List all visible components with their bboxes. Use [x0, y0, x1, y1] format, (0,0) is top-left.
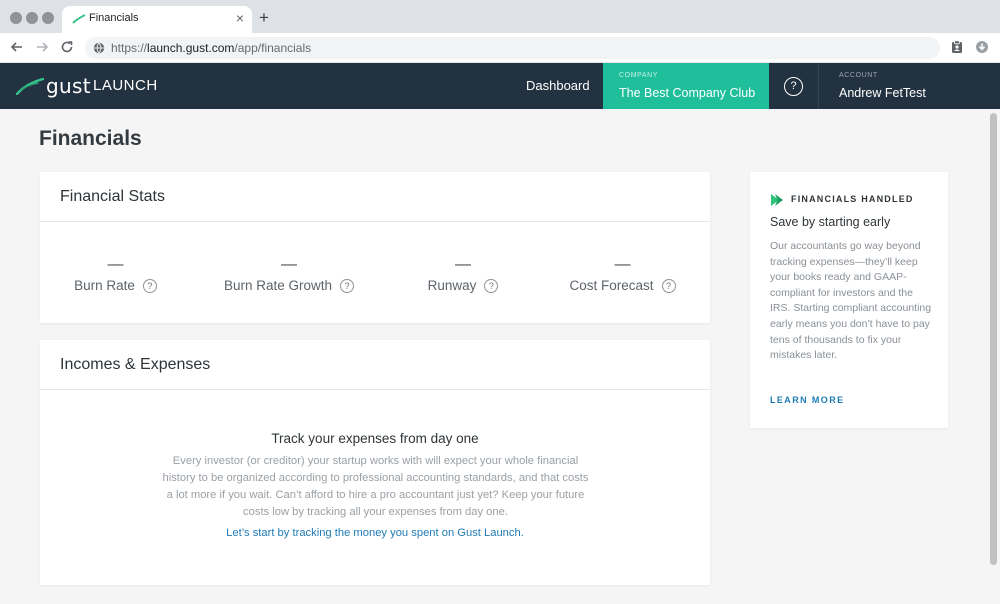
stat-value: —	[107, 256, 124, 273]
stat-label: Burn Rate	[74, 278, 135, 293]
financials-handled-body: Our accountants go way beyond tracking e…	[770, 240, 932, 362]
incomes-expenses-card: Incomes & Expenses Track your expenses f…	[40, 340, 710, 585]
page-content: Financials Financial Stats — Burn Rate ?…	[0, 109, 988, 604]
stat-runway: — Runway ?	[410, 256, 516, 293]
minimize-window-button[interactable]	[26, 12, 38, 24]
url-scheme: https://	[111, 41, 148, 55]
globe-icon	[93, 42, 105, 54]
forward-arrow-icon[interactable]	[34, 39, 50, 55]
address-bar[interactable]: https://launch.gust.com/app/financials	[85, 37, 940, 59]
reload-icon[interactable]	[59, 39, 75, 55]
download-extension-icon[interactable]	[975, 40, 989, 54]
browser-tab[interactable]: Financials ×	[62, 6, 252, 33]
stat-value: —	[281, 256, 297, 273]
stat-label: Burn Rate Growth	[223, 278, 333, 293]
stat-label: Runway	[427, 278, 477, 293]
scrollbar-thumb[interactable]	[990, 113, 997, 565]
gust-swoosh-icon	[16, 77, 44, 95]
zoom-window-button[interactable]	[42, 12, 54, 24]
start-tracking-link[interactable]: Let’s start by tracking the money you sp…	[40, 527, 710, 539]
company-switcher[interactable]: COMPANY The Best Company Club	[603, 63, 769, 109]
help-question-icon[interactable]: ?	[340, 278, 355, 293]
url-text: https://launch.gust.com/app/financials	[111, 41, 311, 55]
nav-dashboard-link[interactable]: Dashboard	[526, 78, 590, 93]
card-divider	[40, 221, 710, 222]
incomes-expenses-title: Incomes & Expenses	[60, 356, 211, 373]
browser-tab-bar: Financials × +	[0, 0, 1000, 33]
account-menu[interactable]: Andrew FetTest	[839, 86, 926, 100]
empty-state-description: Every investor (or creditor) your startu…	[162, 455, 589, 518]
green-chevron-icon	[771, 194, 783, 206]
tab-title: Financials	[89, 12, 139, 24]
stat-cost-forecast: — Cost Forecast ?	[555, 256, 690, 293]
empty-state-title: Track your expenses from day one	[271, 431, 479, 446]
help-question-icon[interactable]: ?	[142, 278, 157, 293]
tab-close-icon[interactable]: ×	[236, 10, 244, 26]
financials-handled-title: Save by starting early	[770, 215, 891, 229]
company-name: The Best Company Club	[619, 86, 756, 100]
gust-favicon-icon	[72, 14, 86, 24]
stat-burn-rate-growth: — Burn Rate Growth ?	[214, 256, 364, 293]
account-label: ACCOUNT	[839, 72, 878, 79]
company-label: COMPANY	[619, 72, 659, 79]
url-host: launch.gust.com	[147, 41, 235, 55]
stat-label: Cost Forecast	[569, 278, 654, 293]
back-arrow-icon[interactable]	[9, 39, 25, 55]
new-tab-button[interactable]: +	[259, 8, 269, 28]
url-path: /app/financials	[234, 41, 312, 55]
browser-toolbar: https://launch.gust.com/app/financials	[0, 33, 1000, 63]
financial-stats-card: Financial Stats — Burn Rate ? — Burn Rat…	[40, 172, 710, 323]
logo-launch-text: LAUNCH	[93, 77, 158, 94]
help-question-icon[interactable]: ?	[661, 278, 676, 293]
financials-handled-label: FINANCIALS HANDLED	[791, 194, 914, 204]
help-question-icon[interactable]: ?	[484, 278, 499, 293]
clipboard-extension-icon[interactable]	[950, 40, 964, 54]
close-window-button[interactable]	[10, 12, 22, 24]
stat-burn-rate: — Burn Rate ?	[58, 256, 173, 293]
stat-value: —	[614, 256, 631, 273]
financial-stats-title: Financial Stats	[60, 188, 165, 205]
financials-handled-card: FINANCIALS HANDLED Save by starting earl…	[750, 172, 948, 428]
help-question-icon: ?	[784, 77, 803, 96]
help-button[interactable]: ?	[769, 63, 819, 109]
card-divider	[40, 389, 710, 390]
learn-more-link[interactable]: LEARN MORE	[770, 395, 845, 405]
page-scrollbar[interactable]	[988, 109, 1000, 604]
stat-value: —	[455, 256, 471, 273]
logo-gust-text: gust	[46, 74, 91, 98]
app-header: gust LAUNCH Dashboard COMPANY The Best C…	[0, 63, 1000, 109]
page-title: Financials	[39, 127, 142, 150]
